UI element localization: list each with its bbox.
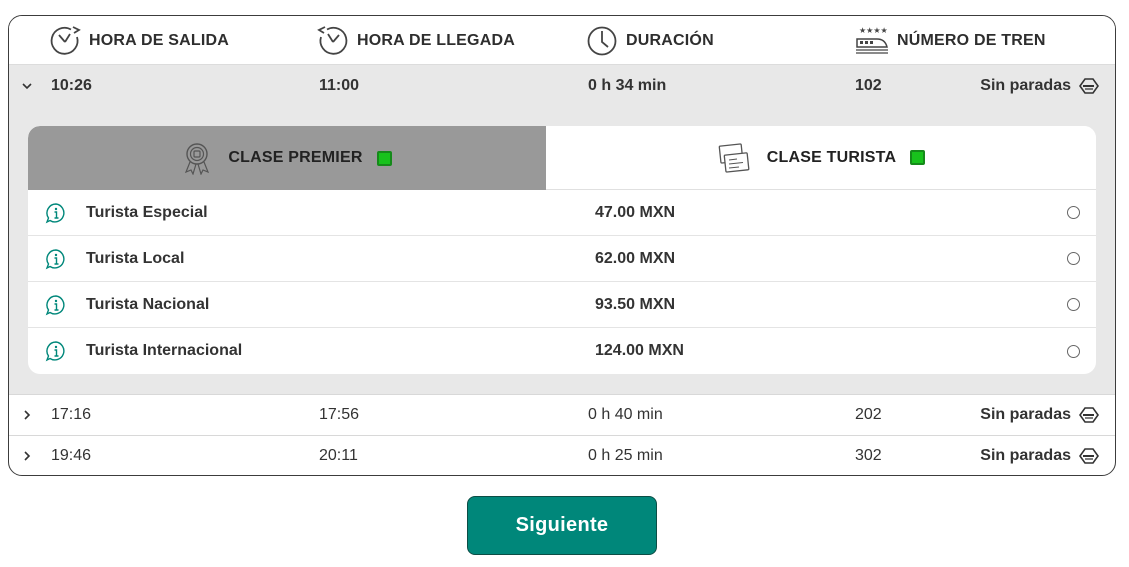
info-icon[interactable]: [45, 294, 67, 316]
fare-list: Turista Especial 47.00 MXN Turista Local…: [28, 190, 1096, 374]
trip-duration: 0 h 25 min: [588, 446, 663, 464]
svg-text:★★★★: ★★★★: [859, 26, 888, 35]
nonstop-train-icon: [1079, 406, 1099, 423]
nonstop-train-icon: [1079, 447, 1099, 464]
award-badge-icon: [185, 143, 210, 175]
tab-clase-turista-label: CLASE TURISTA: [766, 148, 897, 166]
trip-stops-label: Sin paradas: [980, 76, 1071, 94]
fare-option[interactable]: Turista Especial 47.00 MXN: [28, 190, 1096, 236]
header-departure: HORA DE SALIDA: [49, 16, 229, 65]
train-schedule-table: HORA DE SALIDA HORA DE LLEGADA DURACIÓN …: [8, 15, 1116, 476]
fare-price: 93.50 MXN: [595, 295, 676, 313]
header-train-number-label: NÚMERO DE TREN: [897, 31, 1046, 49]
header-arrival-label: HORA DE LLEGADA: [357, 31, 515, 49]
trip-stops: Sin paradas: [980, 447, 1099, 465]
fare-option[interactable]: Turista Nacional 93.50 MXN: [28, 282, 1096, 328]
header-arrival: HORA DE LLEGADA: [317, 16, 515, 65]
fare-radio[interactable]: [1067, 206, 1080, 219]
fare-option[interactable]: Turista Internacional 124.00 MXN: [28, 328, 1096, 374]
trip-departure: 19:46: [51, 446, 92, 464]
fare-radio[interactable]: [1067, 344, 1080, 358]
trip-arrival: 11:00: [319, 76, 360, 94]
fare-price: 124.00 MXN: [595, 342, 684, 359]
trip-train-number: 202: [855, 405, 882, 423]
trip-stops: Sin paradas: [980, 406, 1099, 424]
info-icon[interactable]: [45, 248, 67, 270]
trip-arrival: 17:56: [319, 405, 360, 423]
clock-icon: [587, 26, 617, 55]
arrival-clock-icon: [317, 25, 348, 55]
trip-duration: 0 h 34 min: [588, 76, 667, 94]
trip-train-number: 302: [855, 446, 882, 464]
fare-radio[interactable]: [1067, 252, 1080, 265]
fare-selection-area: CLASE PREMIER CLASE TURISTA Turista Espe…: [9, 106, 1115, 394]
fare-panel: CLASE PREMIER CLASE TURISTA Turista Espe…: [28, 126, 1096, 374]
trip-stops: Sin paradas: [980, 77, 1099, 95]
tab-clase-premier-label: CLASE PREMIER: [228, 149, 363, 166]
header-train-number: ★★★★ NÚMERO DE TREN: [855, 16, 1046, 65]
availability-indicator: [910, 150, 926, 165]
trip-departure: 17:16: [51, 405, 92, 423]
header-duration-label: DURACIÓN: [626, 31, 714, 49]
fare-price: 62.00 MXN: [595, 249, 676, 267]
chevron-right-icon[interactable]: [20, 408, 34, 422]
trip-arrival: 20:11: [319, 446, 358, 464]
info-icon[interactable]: [45, 202, 67, 224]
trip-row[interactable]: 10:26 11:00 0 h 34 min 102 Sin paradas: [9, 65, 1115, 106]
fare-name: Turista Local: [86, 249, 185, 267]
next-button[interactable]: Siguiente: [467, 496, 657, 555]
availability-indicator: [376, 150, 392, 166]
trip-row[interactable]: 19:46 20:11 0 h 25 min 302 Sin paradas: [9, 435, 1115, 475]
header-duration: DURACIÓN: [586, 16, 714, 65]
trip-duration: 0 h 40 min: [588, 405, 663, 423]
table-header: HORA DE SALIDA HORA DE LLEGADA DURACIÓN …: [9, 16, 1115, 65]
tab-clase-premier[interactable]: CLASE PREMIER: [28, 126, 546, 190]
ticket-icon: [718, 142, 750, 173]
fare-name: Turista Internacional: [86, 342, 243, 359]
trip-stops-label: Sin paradas: [980, 405, 1071, 423]
fare-radio[interactable]: [1067, 298, 1080, 311]
trip-train-number: 102: [855, 76, 882, 94]
fare-name: Turista Nacional: [86, 295, 210, 313]
train-icon: ★★★★: [856, 26, 888, 54]
fare-name: Turista Especial: [86, 203, 208, 221]
info-icon[interactable]: [45, 340, 67, 362]
fare-option[interactable]: Turista Local 62.00 MXN: [28, 236, 1096, 282]
trip-stops-label: Sin paradas: [980, 446, 1071, 464]
departure-clock-icon: [50, 25, 81, 55]
chevron-down-icon[interactable]: [20, 79, 34, 93]
header-departure-label: HORA DE SALIDA: [89, 31, 229, 49]
chevron-right-icon[interactable]: [20, 449, 34, 463]
trip-departure: 10:26: [51, 76, 92, 94]
nonstop-train-icon: [1079, 77, 1099, 94]
tab-clase-turista[interactable]: CLASE TURISTA: [546, 126, 1096, 190]
fare-price: 47.00 MXN: [595, 203, 676, 221]
trip-row[interactable]: 17:16 17:56 0 h 40 min 202 Sin paradas: [9, 394, 1115, 435]
